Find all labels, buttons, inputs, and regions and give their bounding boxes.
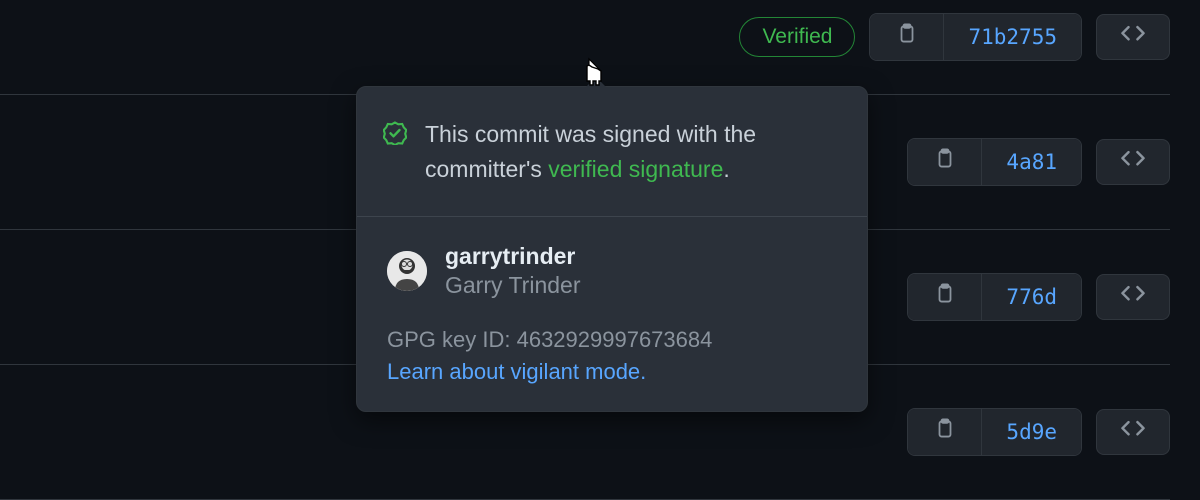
signer-fullname: Garry Trinder — [445, 272, 580, 299]
gpg-key-row: GPG key ID: 4632929997673684 — [387, 327, 837, 353]
popover-header: This commit was signed with the committe… — [357, 87, 867, 217]
commit-sha-link[interactable]: 776d — [982, 274, 1081, 320]
clipboard-icon — [934, 148, 956, 176]
copy-sha-button[interactable] — [908, 139, 982, 185]
copy-sha-button[interactable] — [908, 409, 982, 455]
code-icon — [1120, 281, 1146, 313]
clipboard-icon — [934, 418, 956, 446]
commit-sha-link[interactable]: 4a81 — [982, 139, 1081, 185]
message-highlight: verified signature — [548, 156, 723, 182]
clipboard-icon — [934, 283, 956, 311]
signer-username[interactable]: garrytrinder — [445, 243, 580, 270]
popover-body: garrytrinder Garry Trinder GPG key ID: 4… — [357, 217, 867, 411]
commit-sha-link[interactable]: 71b2755 — [944, 14, 1081, 60]
code-icon — [1120, 146, 1146, 178]
verified-badge[interactable]: Verified — [739, 17, 855, 57]
signer-info: garrytrinder Garry Trinder — [387, 243, 837, 299]
vigilant-mode-link[interactable]: Learn about vigilant mode. — [387, 359, 837, 385]
verified-check-icon — [383, 121, 407, 186]
browse-code-button[interactable] — [1096, 274, 1170, 320]
verified-signature-popover: This commit was signed with the committe… — [356, 86, 868, 412]
clipboard-icon — [896, 23, 918, 51]
commit-sha-group: 5d9e — [907, 408, 1082, 456]
commit-sha-link[interactable]: 5d9e — [982, 409, 1081, 455]
commit-sha-group: 71b2755 — [869, 13, 1082, 61]
code-icon — [1120, 416, 1146, 448]
browse-code-button[interactable] — [1096, 409, 1170, 455]
browse-code-button[interactable] — [1096, 14, 1170, 60]
avatar[interactable] — [387, 251, 427, 291]
browse-code-button[interactable] — [1096, 139, 1170, 185]
commit-sha-group: 776d — [907, 273, 1082, 321]
gpg-label: GPG key ID: — [387, 327, 517, 352]
commit-sha-group: 4a81 — [907, 138, 1082, 186]
copy-sha-button[interactable] — [908, 274, 982, 320]
code-icon — [1120, 21, 1146, 53]
signature-message: This commit was signed with the committe… — [425, 117, 837, 186]
message-suffix: . — [723, 156, 729, 182]
gpg-key-id: 4632929997673684 — [517, 327, 713, 352]
copy-sha-button[interactable] — [870, 14, 944, 60]
